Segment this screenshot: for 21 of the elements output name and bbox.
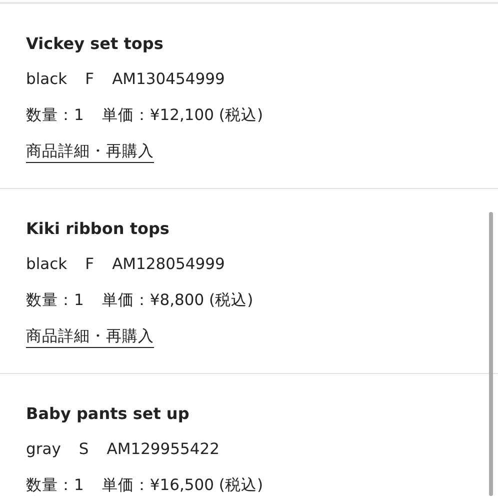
product-code: AM129955422 [106,439,220,460]
details-link[interactable]: 商品詳細・再購入 [26,141,154,163]
product-color: black [26,254,68,276]
details-link[interactable]: 商品詳細・再購入 [26,326,154,348]
quantity-text: 数量：1 [26,290,84,312]
unit-price: 単価：¥12,100 (税込) [102,105,263,126]
product-size: F [85,69,94,90]
product-size: S [78,439,89,460]
product-name: Kiki ribbon tops [26,218,170,240]
product-code: AM128054999 [112,254,225,276]
product-color: black [26,69,68,90]
product-code: AM130454999 [112,69,225,90]
product-size: F [85,254,94,276]
scrollbar[interactable] [489,212,493,496]
product-color: gray [26,439,61,460]
product-name: Baby pants set up [26,403,190,425]
quantity-text: 数量：1 [26,475,84,496]
unit-price: 単価：¥8,800 (税込) [102,290,254,312]
product-name: Vickey set tops [26,33,164,55]
quantity-text: 数量：1 [26,105,84,126]
unit-price: 単価：¥16,500 (税込) [102,475,263,496]
